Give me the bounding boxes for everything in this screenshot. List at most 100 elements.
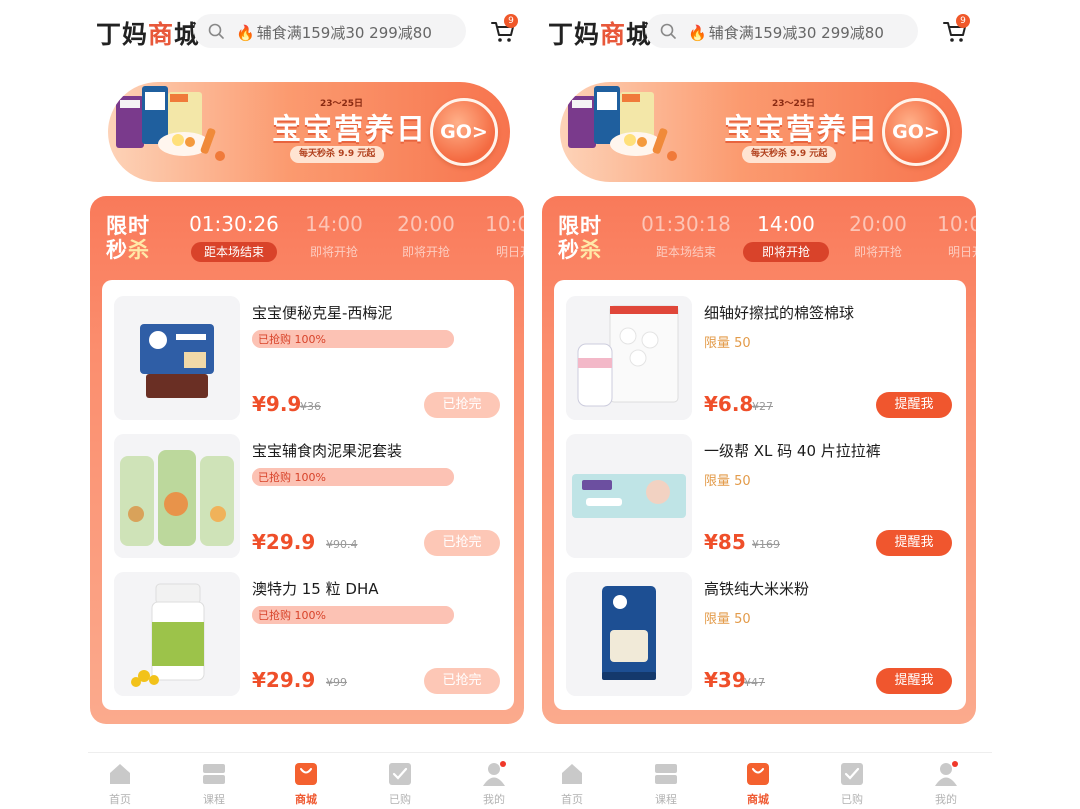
original-price: ¥99 <box>326 676 347 689</box>
sale-price: ¥29.9 <box>252 668 316 692</box>
search-bar[interactable]: 🔥 辅食满159减30 299减80 <box>194 14 466 48</box>
nav-item-profile[interactable]: 我的 <box>464 761 524 807</box>
product-item[interactable]: 一级帮 XL 码 40 片拉拉裤 限量 50 ¥85 ¥169 提醒我 <box>566 434 958 562</box>
session-status: 即将开抢 <box>309 245 358 259</box>
nav-label: 已购 <box>841 793 863 806</box>
original-price: ¥90.4 <box>326 538 358 551</box>
banner-subtitle: 每天秒杀 9.9 元起 <box>290 146 385 163</box>
nav-label: 首页 <box>109 793 131 806</box>
product-item[interactable]: 高铁纯大米米粉 限量 50 ¥39 ¥47 提醒我 <box>566 572 958 700</box>
session-time: 01:30:26 <box>189 212 279 236</box>
product-item[interactable]: 细轴好擦拭的棉签棉球 限量 50 ¥6.8 ¥27 提醒我 <box>566 296 958 424</box>
banner-go-button[interactable]: GO> <box>430 98 498 166</box>
session-time: 20:00 <box>849 212 907 236</box>
notification-dot <box>952 761 958 767</box>
session-status: 即将开抢 <box>853 245 902 259</box>
session-tab-0[interactable]: 01:30:26 距本场结束 <box>186 212 282 262</box>
shop-bag-icon <box>747 763 769 785</box>
sold-progress-text: 已抢购 100% <box>258 471 326 484</box>
sold-progress-text: 已抢购 100% <box>258 333 326 346</box>
nav-item-course[interactable]: 课程 <box>184 761 244 807</box>
session-time: 10:00 <box>485 212 524 236</box>
session-tab-1[interactable]: 14:00 即将开抢 <box>738 212 834 262</box>
flash-sale-label: 限时 秒杀 <box>106 214 150 262</box>
sold-progress-text: 已抢购 100% <box>258 609 326 622</box>
session-tab-2[interactable]: 20:00 即将开抢 <box>830 212 926 262</box>
nav-item-purchased[interactable]: 已购 <box>822 761 882 807</box>
banner-title: 宝宝营养日 <box>272 112 428 146</box>
session-tab-2[interactable]: 20:00 即将开抢 <box>378 212 474 262</box>
original-price: ¥47 <box>744 676 765 689</box>
nav-label: 首页 <box>561 793 583 806</box>
nav-item-purchased[interactable]: 已购 <box>370 761 430 807</box>
banner-go-button[interactable]: GO> <box>882 98 950 166</box>
product-image-cotton-swabs <box>566 296 692 420</box>
purchased-icon <box>389 763 411 785</box>
session-time: 10:00 <box>937 212 976 236</box>
app-logo: 丁妈商城 <box>96 20 201 49</box>
session-tab-1[interactable]: 14:00 即将开抢 <box>286 212 382 262</box>
purchased-icon <box>841 763 863 785</box>
product-item[interactable]: 澳特力 15 粒 DHA 已抢购 100% ¥29.9 ¥99 已抢完 <box>114 572 506 700</box>
product-item[interactable]: 宝宝辅食肉泥果泥套装 已抢购 100% ¥29.9 ¥90.4 已抢完 <box>114 434 506 562</box>
home-icon <box>110 764 130 784</box>
sale-price: ¥85 <box>704 530 746 554</box>
remind-me-button[interactable]: 提醒我 <box>876 392 952 418</box>
session-tab-3[interactable]: 10:00 明日开 <box>918 212 976 262</box>
product-title: 宝宝辅食肉泥果泥套装 <box>252 442 403 460</box>
product-title: 高铁纯大米米粉 <box>704 580 810 598</box>
product-image-prune-puree <box>114 296 240 420</box>
original-price: ¥27 <box>752 400 773 413</box>
session-tab-3[interactable]: 10:00 明日开 <box>466 212 524 262</box>
remind-me-button[interactable]: 提醒我 <box>876 668 952 694</box>
notification-dot <box>500 761 506 767</box>
nav-item-course[interactable]: 课程 <box>636 761 696 807</box>
bottom-nav: 首页 课程 商城 已购 我的 <box>88 752 540 809</box>
cart-badge: 9 <box>956 14 970 28</box>
stock-limit: 限量 50 <box>704 474 751 489</box>
screen-left: 丁妈商城 🔥 辅食满159减30 299减80 9 23～25日 宝宝营养日 每天… <box>88 0 540 809</box>
sold-progress-bar: 已抢购 100% <box>252 330 454 348</box>
product-list: 宝宝便秘克星-西梅泥 已抢购 100% ¥9.9 ¥36 已抢完 宝宝辅食肉泥果… <box>102 280 514 710</box>
product-item[interactable]: 宝宝便秘克星-西梅泥 已抢购 100% ¥9.9 ¥36 已抢完 <box>114 296 506 424</box>
header: 丁妈商城 🔥 辅食满159减30 299减80 9 <box>540 10 992 54</box>
fire-icon: 🔥 <box>688 24 707 42</box>
home-icon <box>562 764 582 784</box>
course-icon <box>655 764 677 784</box>
banner-title: 宝宝营养日 <box>724 112 880 146</box>
stock-limit: 限量 50 <box>704 336 751 351</box>
flash-sale-panel: 限时 秒杀 01:30:18 距本场结束 14:00 即将开抢 20:00 即将… <box>542 196 976 724</box>
promo-banner[interactable]: 23～25日 宝宝营养日 每天秒杀 9.9 元起 GO> <box>560 82 962 182</box>
promo-banner[interactable]: 23～25日 宝宝营养日 每天秒杀 9.9 元起 GO> <box>108 82 510 182</box>
search-placeholder: 🔥 辅食满159减30 299减80 <box>688 24 884 42</box>
sold-out-button[interactable]: 已抢完 <box>424 668 500 694</box>
nav-label: 课程 <box>655 793 677 806</box>
nav-item-shop[interactable]: 商城 <box>728 761 788 807</box>
product-title: 澳特力 15 粒 DHA <box>252 580 379 598</box>
course-icon <box>203 764 225 784</box>
banner-products-image <box>568 86 677 161</box>
session-time: 14:00 <box>757 212 815 236</box>
product-title: 一级帮 XL 码 40 片拉拉裤 <box>704 442 881 460</box>
session-tab-0[interactable]: 01:30:18 距本场结束 <box>638 212 734 262</box>
search-icon <box>660 23 676 39</box>
sale-price: ¥6.8 <box>704 392 754 416</box>
product-title: 宝宝便秘克星-西梅泥 <box>252 304 393 322</box>
sale-price: ¥9.9 <box>252 392 302 416</box>
nav-item-home[interactable]: 首页 <box>542 761 602 807</box>
original-price: ¥36 <box>300 400 321 413</box>
search-bar[interactable]: 🔥 辅食满159减30 299减80 <box>646 14 918 48</box>
fire-icon: 🔥 <box>236 24 255 42</box>
session-time: 14:00 <box>305 212 363 236</box>
search-placeholder: 🔥 辅食满159减30 299减80 <box>236 24 432 42</box>
nav-item-profile[interactable]: 我的 <box>916 761 976 807</box>
session-status: 明日开 <box>947 245 976 259</box>
nav-item-home[interactable]: 首页 <box>90 761 150 807</box>
sold-out-button[interactable]: 已抢完 <box>424 530 500 556</box>
product-image-puree-set <box>114 434 240 558</box>
sold-out-button[interactable]: 已抢完 <box>424 392 500 418</box>
bottom-nav: 首页 课程 商城 已购 我的 <box>540 752 992 809</box>
flash-sale-label: 限时 秒杀 <box>558 214 602 262</box>
remind-me-button[interactable]: 提醒我 <box>876 530 952 556</box>
nav-item-shop[interactable]: 商城 <box>276 761 336 807</box>
